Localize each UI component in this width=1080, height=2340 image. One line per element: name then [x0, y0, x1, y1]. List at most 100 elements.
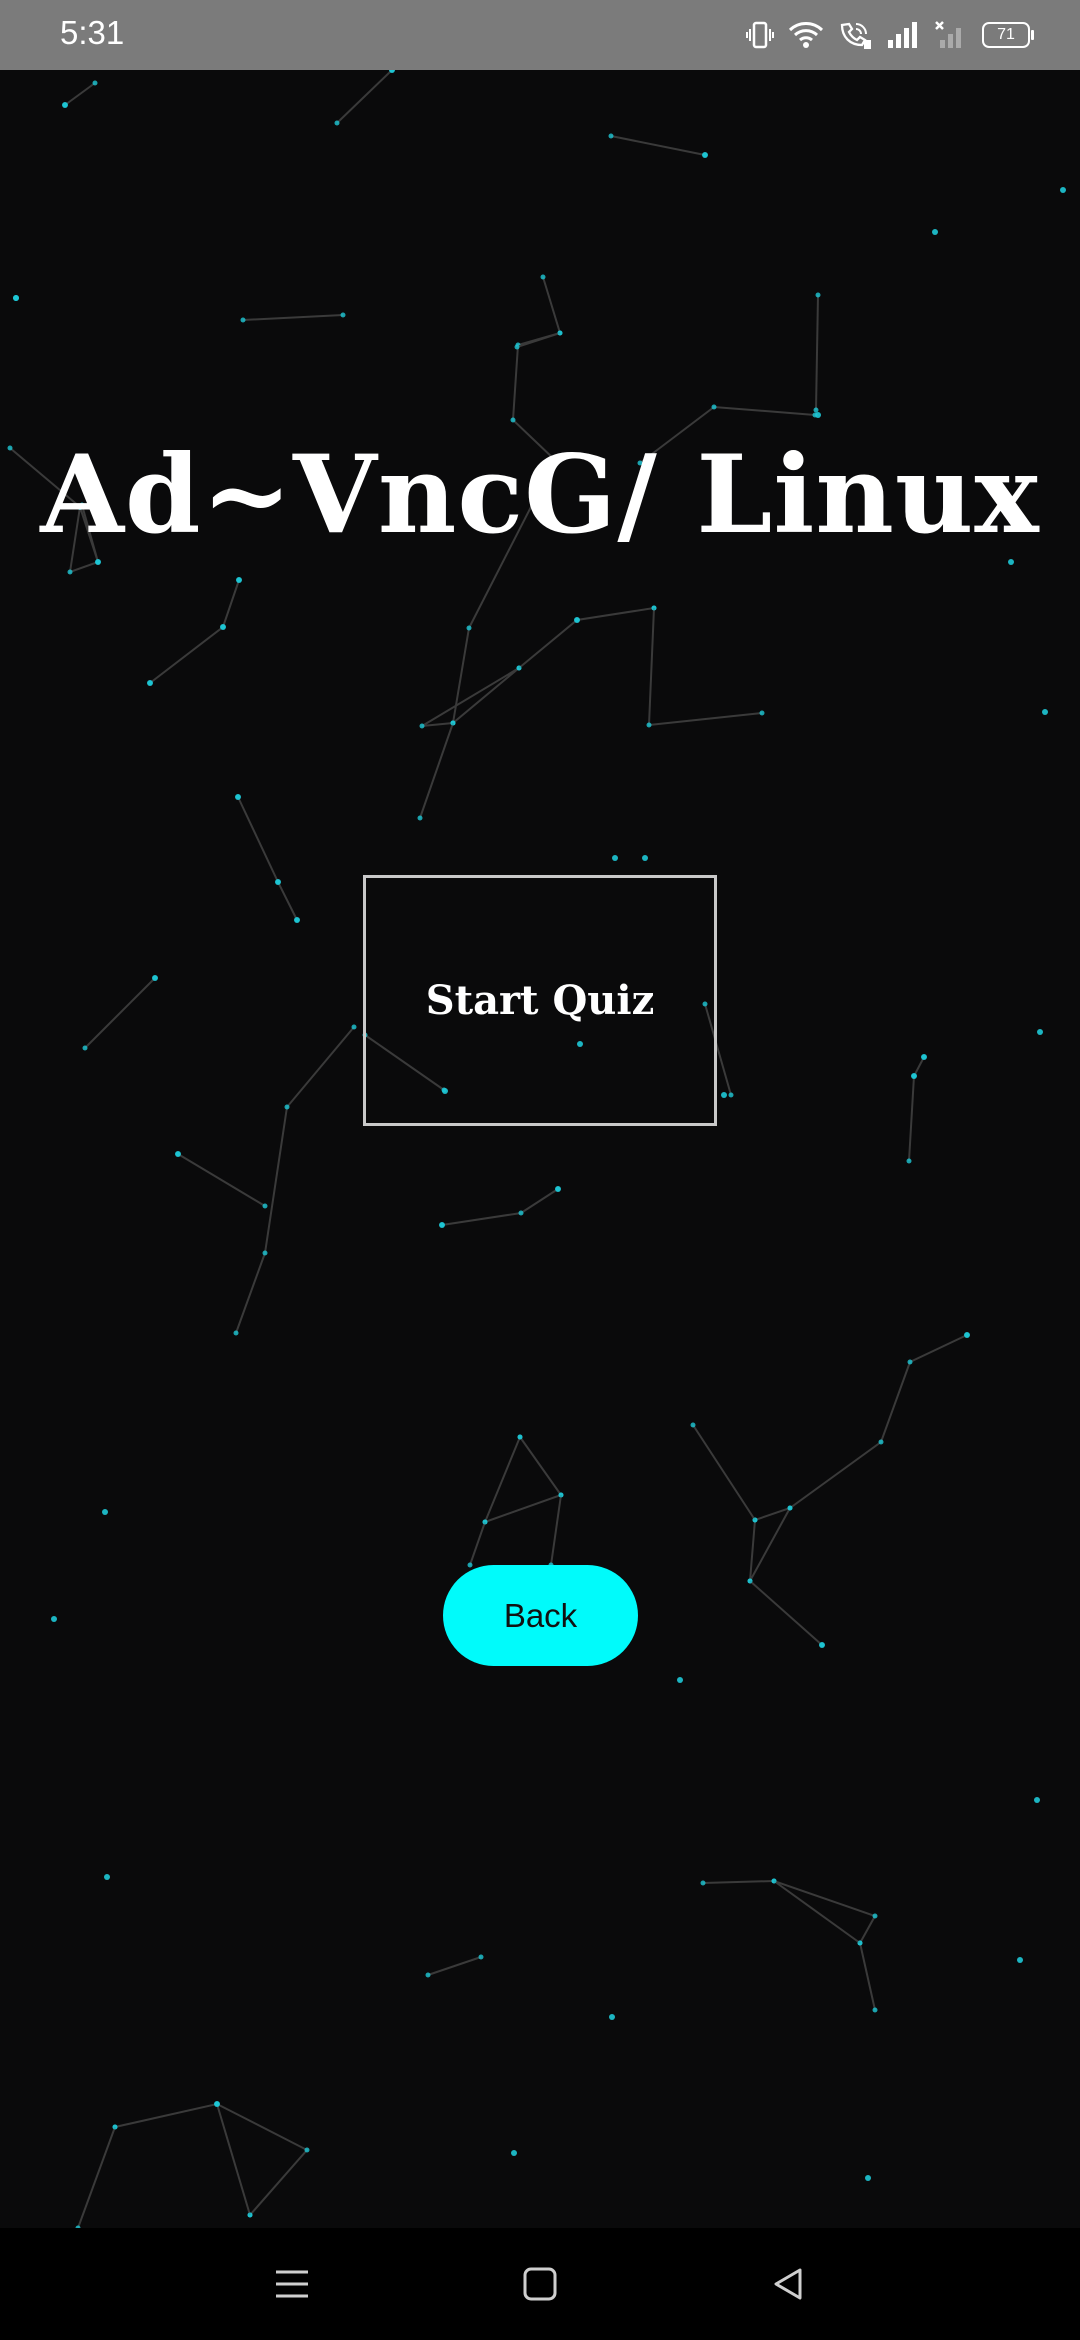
start-quiz-label: Start Quiz	[425, 977, 655, 1024]
back-icon[interactable]	[762, 2258, 814, 2310]
network-node	[516, 665, 522, 671]
network-node	[233, 1330, 239, 1336]
network-link	[237, 796, 298, 921]
network-node	[478, 1954, 484, 1960]
start-quiz-button[interactable]: Start Quiz	[363, 875, 717, 1126]
network-node	[104, 1874, 110, 1880]
battery-icon: 71	[982, 22, 1034, 48]
signal-icon	[886, 20, 920, 50]
network-node	[482, 1519, 488, 1525]
network-node	[1042, 709, 1048, 715]
network-node	[555, 1186, 561, 1192]
network-node	[51, 1616, 57, 1622]
network-link	[647, 607, 763, 727]
network-node	[518, 1210, 524, 1216]
network-node	[275, 879, 281, 885]
network-node	[771, 1878, 777, 1884]
network-node	[932, 229, 938, 235]
network-node	[102, 1509, 108, 1515]
network-link	[419, 722, 454, 819]
network-link	[610, 135, 706, 156]
network-node	[540, 274, 546, 280]
network-node	[450, 720, 456, 726]
status-icons: 71	[746, 14, 1034, 56]
network-link	[518, 607, 655, 669]
network-node	[558, 1492, 564, 1498]
network-link	[427, 1956, 482, 1976]
network-node	[574, 617, 580, 623]
network-link	[177, 1153, 266, 1207]
network-node	[677, 1677, 683, 1683]
network-node	[247, 2212, 253, 2218]
no-signal-icon	[934, 20, 968, 50]
network-link	[216, 2103, 251, 2216]
network-node	[92, 80, 98, 86]
network-node	[112, 2124, 118, 2130]
network-node	[262, 1250, 268, 1256]
network-node	[700, 1880, 706, 1886]
network-node	[439, 1222, 445, 1228]
network-node	[857, 1940, 863, 1946]
network-node	[815, 412, 821, 418]
network-node	[95, 559, 101, 565]
status-time: 5:31	[60, 14, 125, 51]
network-node	[911, 1073, 917, 1079]
network-node	[62, 102, 68, 108]
network-node	[872, 2007, 878, 2013]
network-node	[721, 1092, 727, 1098]
network-node	[284, 1104, 290, 1110]
network-link	[469, 1521, 486, 1566]
network-link	[336, 70, 393, 124]
vibrate-icon	[746, 20, 774, 50]
network-node	[906, 1158, 912, 1164]
network-link	[483, 1436, 563, 1524]
network-node	[651, 605, 657, 611]
network-node	[711, 404, 717, 410]
network-node	[334, 120, 340, 126]
network-node	[865, 2175, 871, 2181]
network-node	[872, 1913, 878, 1919]
network-node	[262, 1203, 268, 1209]
network-link	[235, 1026, 355, 1334]
network-node	[878, 1439, 884, 1445]
network-node	[67, 569, 73, 575]
network-node	[294, 917, 300, 923]
network-node	[921, 1054, 927, 1060]
network-node	[557, 330, 563, 336]
network-node	[214, 2101, 220, 2107]
network-link	[441, 1188, 559, 1226]
network-node	[175, 1151, 181, 1157]
network-link	[908, 1056, 925, 1162]
network-node	[1017, 1957, 1023, 1963]
menu-icon[interactable]	[266, 2258, 318, 2310]
network-link	[516, 332, 561, 348]
network-link	[550, 1494, 562, 1566]
network-node	[514, 344, 520, 350]
network-link	[749, 1334, 968, 1582]
network-link	[77, 2126, 116, 2228]
network-link	[773, 1880, 861, 1944]
back-button[interactable]: Back	[443, 1565, 638, 1666]
network-link	[242, 314, 344, 321]
network-node	[82, 1045, 88, 1051]
back-button-label: Back	[503, 1596, 578, 1634]
network-node	[510, 417, 516, 423]
navigation-bar	[0, 2228, 1080, 2340]
network-node	[419, 723, 425, 729]
app-title: Ad~VncG/ Linux	[40, 432, 1040, 558]
home-icon[interactable]	[514, 2258, 566, 2310]
network-node	[511, 2150, 517, 2156]
network-node	[702, 152, 708, 158]
network-node	[646, 722, 652, 728]
network-node	[608, 133, 614, 139]
network-node	[467, 1562, 473, 1568]
network-node	[609, 2014, 615, 2020]
network-link	[84, 977, 156, 1049]
network-node	[642, 855, 648, 861]
network-node	[813, 407, 819, 413]
network-node	[759, 710, 765, 716]
network-node	[220, 624, 226, 630]
network-node	[240, 317, 246, 323]
network-node	[425, 1972, 431, 1978]
network-node	[351, 1024, 357, 1030]
